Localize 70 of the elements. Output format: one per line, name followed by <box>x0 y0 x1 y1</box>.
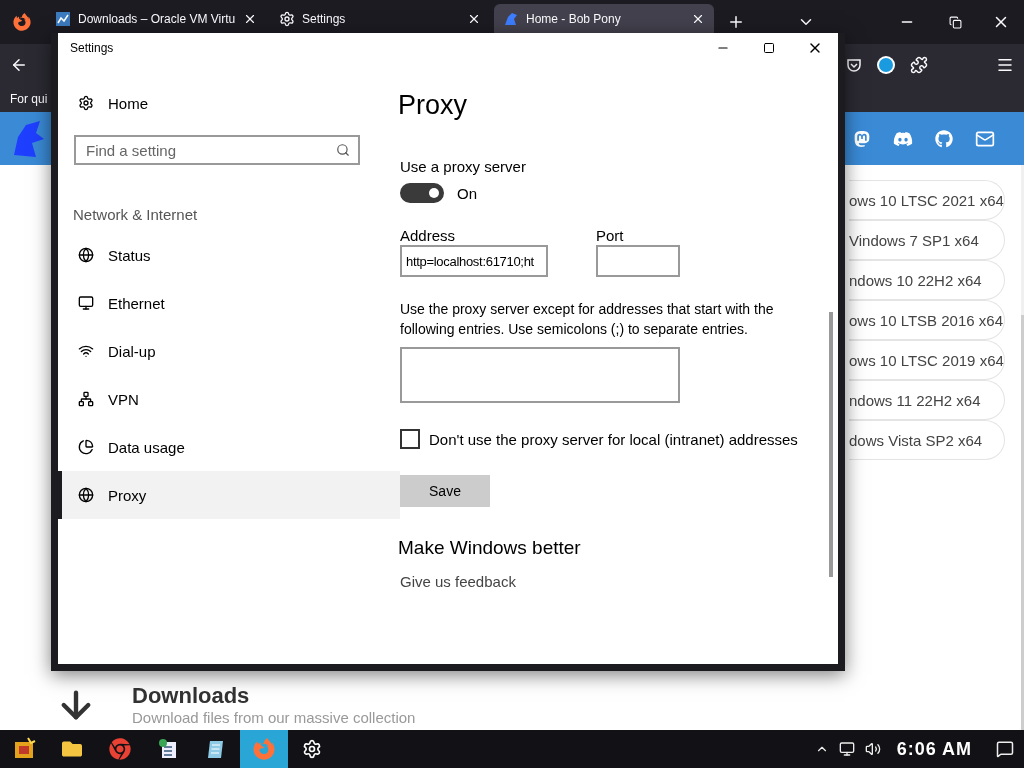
exceptions-field[interactable] <box>400 347 680 403</box>
nav-item[interactable]: Proxy <box>58 471 400 519</box>
port-field[interactable] <box>596 245 680 277</box>
folder-icon[interactable] <box>62 739 82 759</box>
mastodon-icon[interactable] <box>853 129 871 148</box>
checkbox-label: Don't use the proxy server for local (intranet) addresses <box>429 430 798 448</box>
toggle-label: Use a proxy server <box>400 158 526 175</box>
nav-item[interactable]: VPN <box>58 375 400 423</box>
toggle-state: On <box>457 184 477 202</box>
toggle-switch[interactable] <box>400 183 444 203</box>
feedback-link[interactable]: Give us feedback <box>400 573 516 590</box>
menu-icon[interactable] <box>996 56 1014 74</box>
back-icon[interactable] <box>10 56 28 74</box>
bookmark-text: For qui <box>10 92 48 106</box>
nav-item[interactable]: Status <box>58 231 400 279</box>
download-link[interactable]: ows 10 LTSC 2019 x64 <box>849 340 1005 380</box>
checklist-icon[interactable] <box>157 738 179 760</box>
window-title: Settings <box>70 40 115 55</box>
nav-item[interactable]: Ethernet <box>58 279 400 327</box>
scrollbar[interactable] <box>1020 165 1024 730</box>
volume-icon[interactable] <box>864 741 881 757</box>
firefox-icon[interactable] <box>13 13 31 31</box>
download-link[interactable]: dows Vista SP2 x64 <box>849 420 1005 460</box>
settings-icon <box>78 95 94 111</box>
section-heading: Make Windows better <box>398 537 581 559</box>
maximize-icon[interactable] <box>763 41 775 54</box>
pie-chart-icon <box>78 439 94 455</box>
download-link[interactable]: Vindows 7 SP1 x64 <box>849 220 1005 260</box>
pony-icon <box>503 10 519 27</box>
chrome-icon[interactable] <box>109 738 131 760</box>
notifications-icon[interactable] <box>996 740 1014 758</box>
nav-item[interactable]: Data usage <box>58 423 400 471</box>
field-label: Address <box>400 227 457 244</box>
globe-icon <box>78 487 94 503</box>
browser-tab[interactable]: Settings <box>270 4 490 33</box>
profile-icon[interactable] <box>876 55 896 75</box>
browser-tab[interactable]: Home - Bob Pony <box>494 4 714 33</box>
section-subtitle: Download files from our massive collection <box>132 709 416 726</box>
search-field[interactable]: Find a setting <box>74 135 360 165</box>
save-button[interactable]: Save <box>400 475 490 507</box>
download-link[interactable]: ows 10 LTSC 2021 x64 <box>849 180 1005 220</box>
new-tab-icon[interactable] <box>727 13 745 31</box>
window-icon <box>55 10 71 27</box>
section-heading: Network & Internet <box>72 206 199 223</box>
network-icon[interactable] <box>838 741 855 757</box>
pocket-icon[interactable] <box>846 57 862 73</box>
description-text: Use the proxy server except for addresses that start with the following entries. Use semicolons (;) to separate entries. <box>400 300 775 339</box>
extensions-icon[interactable] <box>910 56 928 74</box>
settings-icon[interactable] <box>302 739 322 759</box>
search-icon <box>336 143 350 157</box>
settings-icon <box>279 10 295 27</box>
download-link[interactable]: ndows 11 22H2 x64 <box>849 380 1005 420</box>
github-icon[interactable] <box>935 129 953 148</box>
field-label: Port <box>596 227 625 244</box>
browser-tab[interactable]: Downloads – Oracle VM Virtu <box>46 4 266 33</box>
checkbox[interactable] <box>400 429 420 449</box>
section-title: Downloads <box>132 683 251 709</box>
network-icon <box>78 391 94 407</box>
globe-icon <box>78 247 94 263</box>
download-link[interactable]: ows 10 LTSB 2016 x64 <box>849 300 1005 340</box>
monitor-icon <box>78 295 94 311</box>
clock[interactable]: 6:06 AM <box>896 738 972 760</box>
nav-item[interactable]: Home <box>58 79 400 127</box>
page-heading: Proxy <box>398 90 468 121</box>
wifi-icon <box>78 343 94 359</box>
download-link[interactable]: ndows 10 22H2 x64 <box>849 260 1005 300</box>
restore-icon[interactable] <box>948 15 962 29</box>
start-icon[interactable] <box>12 737 36 761</box>
address-field[interactable]: http=localhost:61710;ht <box>400 245 548 277</box>
nav-item[interactable]: Dial-up <box>58 327 400 375</box>
